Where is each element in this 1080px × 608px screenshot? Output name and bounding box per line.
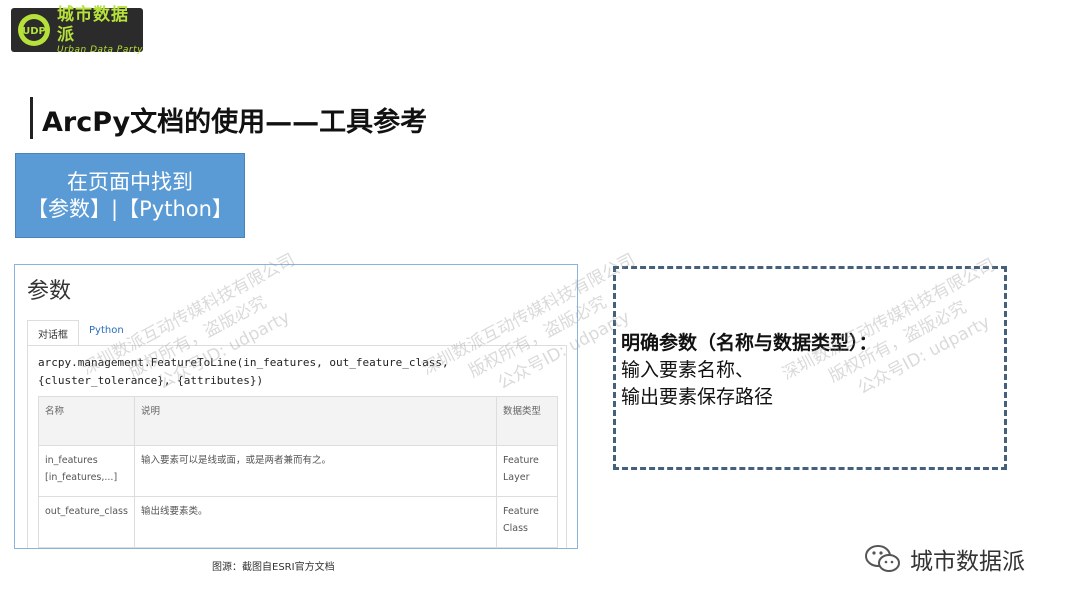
param-description: 输入要素可以是线或面，或是两者兼而有之。 xyxy=(134,445,497,497)
footer-brand: 城市数据派 xyxy=(864,542,1025,576)
code-signature: arcpy.management.FeatureToLine(in_featur… xyxy=(38,354,558,390)
param-name: in_features xyxy=(45,455,98,466)
callout-line-2: 【参数】|【Python】 xyxy=(27,196,233,221)
brand-logo: UDP 城市数据派 Urban Data Party xyxy=(11,4,143,55)
note-text: 明确参数（名称与数据类型）： 输入要素名称、 输出要素保存路径 xyxy=(621,330,878,411)
tab-dialog[interactable]: 对话框 xyxy=(27,320,79,346)
param-name-cell: in_features [in_features,...] xyxy=(38,445,135,497)
callout-box: 在页面中找到 【参数】|【Python】 xyxy=(15,153,245,238)
header-description: 说明 xyxy=(134,396,497,446)
param-type: Feature xyxy=(503,455,539,466)
doc-tabs: 对话框 Python xyxy=(27,320,134,346)
note-line-1: 输入要素名称、 xyxy=(621,359,755,381)
image-caption: 图源：截图自ESRI官方文档 xyxy=(212,562,335,573)
udp-logo-icon: UDP xyxy=(15,11,53,49)
logo-name: 城市数据派 xyxy=(57,4,129,45)
code-line-1: arcpy.management.FeatureToLine(in_featur… xyxy=(38,356,449,369)
param-type-detail: Class xyxy=(503,523,528,534)
header-datatype: 数据类型 xyxy=(496,396,558,446)
title-accent-bar xyxy=(30,97,33,139)
param-name: out_feature_class xyxy=(45,506,128,517)
param-type-cell: Feature Layer xyxy=(496,445,558,497)
param-description: 输出线要素类。 xyxy=(134,496,497,548)
header-name: 名称 xyxy=(38,396,135,446)
param-type: Feature xyxy=(503,506,539,517)
note-line-2: 输出要素保存路径 xyxy=(621,386,774,408)
param-type-detail: Layer xyxy=(503,472,530,483)
param-name-cell: out_feature_class xyxy=(38,496,135,548)
logo-tagline: Urban Data Party xyxy=(57,44,143,55)
param-name-detail: [in_features,...] xyxy=(45,472,118,483)
tab-python[interactable]: Python xyxy=(79,320,134,346)
code-line-2: {cluster_tolerance}, {attributes}) xyxy=(38,374,264,387)
table-header-row: 名称 说明 数据类型 xyxy=(38,396,558,446)
footer-brand-name: 城市数据派 xyxy=(910,549,1025,575)
callout-line-1: 在页面中找到 xyxy=(67,169,193,194)
param-type-cell: Feature Class xyxy=(496,496,558,548)
slide-title: ArcPy文档的使用——工具参考 xyxy=(42,107,428,138)
note-heading: 明确参数（名称与数据类型）： xyxy=(621,332,878,354)
table-row: out_feature_class 输出线要素类。 Feature Class xyxy=(38,496,558,548)
wechat-icon xyxy=(864,544,902,574)
doc-heading: 参数 xyxy=(27,279,72,304)
doc-screenshot: 参数 对话框 Python arcpy.management.FeatureTo… xyxy=(14,264,578,549)
doc-panel: arcpy.management.FeatureToLine(in_featur… xyxy=(27,345,567,548)
table-row: in_features [in_features,...] 输入要素可以是线或面… xyxy=(38,445,558,497)
logo-mark-text: UDP xyxy=(22,26,46,37)
parameter-table: 名称 说明 数据类型 in_features [in_features,...]… xyxy=(38,396,558,548)
